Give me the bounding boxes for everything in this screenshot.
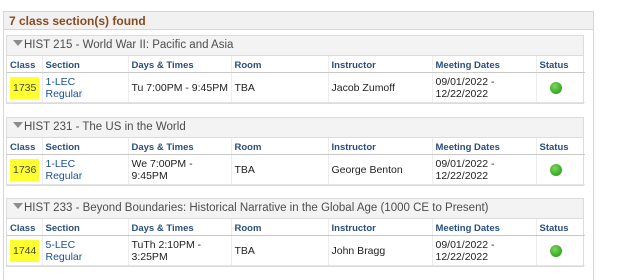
course-title: HIST 231 - The US in the World <box>24 121 186 133</box>
section-link[interactable]: 5-LEC Regular <box>46 239 83 263</box>
collapse-triangle-icon[interactable] <box>13 203 23 209</box>
column-header-room: Room <box>230 219 328 236</box>
open-status-icon <box>549 81 562 94</box>
open-status-icon <box>549 244 562 257</box>
meeting-date-end: 12/22/2022 <box>435 250 489 263</box>
column-header-meeting-dates: Meeting Dates <box>431 56 536 73</box>
days-times: Tu 7:00PM - 9:45PM <box>131 81 228 94</box>
instructor-cell: George Benton <box>327 154 432 185</box>
column-header-days-times: Days & Times <box>127 56 231 73</box>
column-header-instructor: Instructor <box>327 56 432 73</box>
column-header-room: Room <box>230 138 328 155</box>
column-header-section: Section <box>41 219 128 236</box>
column-header-class: Class <box>7 138 42 155</box>
meeting-dates-cell: 09/01/2022 -12/22/2022 <box>431 235 536 266</box>
section-cell: 1-LEC Regular <box>41 154 128 185</box>
column-header-instructor: Instructor <box>327 138 432 155</box>
section-code: 1-LEC <box>45 75 76 88</box>
open-status-icon <box>549 163 562 176</box>
table-header-row: Class Section Days & Times Room Instructor Me… <box>7 56 585 73</box>
class-number-cell: 1744 <box>7 235 42 266</box>
column-header-meeting-dates: Meeting Dates <box>431 138 536 155</box>
room-cell: TBA <box>230 154 328 185</box>
table-row: 1744 5-LEC Regular TuTh 2:10PM -3:25PM TBA Jo… <box>7 235 585 266</box>
column-header-status: Status <box>535 219 585 236</box>
column-header-status: Status <box>535 56 585 73</box>
class-number: 1744 <box>10 239 40 262</box>
days-times-cell: We 7:00PM - 9:45PM <box>127 154 231 185</box>
course-group: HIST 231 - The US in the World Class Secti… <box>6 117 585 186</box>
column-header-meeting-dates: Meeting Dates <box>431 219 536 236</box>
section-type: Regular <box>45 169 83 182</box>
class-number: 1736 <box>10 158 40 181</box>
column-header-class: Class <box>7 219 42 236</box>
meeting-dates-cell: 09/01/2022 -12/22/2022 <box>431 72 536 103</box>
instructor-cell: John Bragg <box>327 235 432 266</box>
section-type: Regular <box>45 250 83 263</box>
class-number-cell: 1735 <box>7 72 42 103</box>
meeting-date-start: 09/01/2022 - <box>435 157 495 170</box>
class-number-cell: 1736 <box>7 154 42 185</box>
meeting-date-end: 12/22/2022 <box>435 169 489 182</box>
course-group: HIST 215 - World War II: Pacific and Asi… <box>6 35 585 104</box>
section-table: Class Section Days & Times Room Instructor Me… <box>7 138 585 185</box>
results-count-header: 7 class section(s) found <box>4 12 593 30</box>
collapse-triangle-icon[interactable] <box>13 40 23 46</box>
column-header-status: Status <box>535 138 585 155</box>
column-header-class: Class <box>7 56 42 73</box>
section-table: Class Section Days & Times Room Instructor Me… <box>7 56 585 103</box>
days-times-cell: Tu 7:00PM - 9:45PM <box>127 72 231 103</box>
column-header-days-times: Days & Times <box>127 138 231 155</box>
table-row: 1735 1-LEC Regular Tu 7:00PM - 9:45PM TBA Jac… <box>7 72 585 103</box>
meeting-dates-cell: 09/01/2022 -12/22/2022 <box>431 154 536 185</box>
days-times-cont: 3:25PM <box>131 250 168 263</box>
meeting-date-start: 09/01/2022 - <box>435 75 495 88</box>
course-group-header[interactable]: HIST 233 - Beyond Boundaries: Historical… <box>7 199 583 219</box>
section-link[interactable]: 1-LEC Regular <box>46 158 83 182</box>
meeting-date-start: 09/01/2022 - <box>435 238 495 251</box>
section-table: Class Section Days & Times Room Instructor Me… <box>7 219 585 266</box>
status-cell <box>535 235 585 266</box>
table-row: 1736 1-LEC Regular We 7:00PM - 9:45PM TBA Geo… <box>7 154 585 185</box>
days-times: TuTh 2:10PM - <box>131 238 202 251</box>
section-cell: 5-LEC Regular <box>41 235 128 266</box>
room-cell: TBA <box>230 235 328 266</box>
course-group-header[interactable]: HIST 215 - World War II: Pacific and Asi… <box>7 36 583 56</box>
column-header-days-times: Days & Times <box>127 219 231 236</box>
section-type: Regular <box>45 87 83 100</box>
table-header-row: Class Section Days & Times Room Instructor Me… <box>7 138 585 155</box>
table-header-row: Class Section Days & Times Room Instructor Me… <box>7 219 585 236</box>
course-title: HIST 233 - Beyond Boundaries: Historical… <box>24 202 489 214</box>
status-cell <box>535 154 585 185</box>
instructor-cell: Jacob Zumoff <box>327 72 432 103</box>
room-cell: TBA <box>230 72 328 103</box>
column-header-instructor: Instructor <box>327 219 432 236</box>
column-header-room: Room <box>230 56 328 73</box>
class-number: 1735 <box>10 76 40 99</box>
meeting-date-end: 12/22/2022 <box>435 87 489 100</box>
section-code: 5-LEC <box>45 238 76 251</box>
section-code: 1-LEC <box>45 157 76 170</box>
course-group-header[interactable]: HIST 231 - The US in the World <box>7 118 583 138</box>
section-cell: 1-LEC Regular <box>41 72 128 103</box>
column-header-section: Section <box>41 56 128 73</box>
status-cell <box>535 72 585 103</box>
days-times: We 7:00PM - 9:45PM <box>131 157 193 182</box>
course-title: HIST 215 - World War II: Pacific and Asi… <box>24 39 234 51</box>
days-times-cell: TuTh 2:10PM -3:25PM <box>127 235 231 266</box>
course-group: HIST 233 - Beyond Boundaries: Historical… <box>6 198 585 267</box>
collapse-triangle-icon[interactable] <box>13 122 23 128</box>
column-header-section: Section <box>41 138 128 155</box>
section-link[interactable]: 1-LEC Regular <box>46 76 83 100</box>
